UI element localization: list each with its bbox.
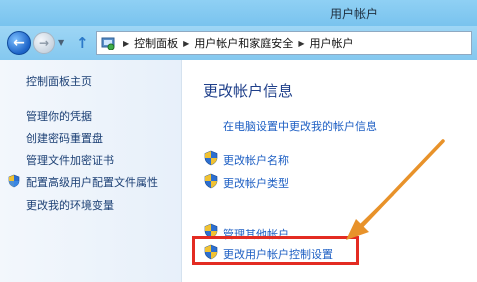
- up-button[interactable]: ↑: [76, 34, 92, 52]
- change-account-name-link[interactable]: 更改帐户名称: [223, 152, 289, 168]
- control-panel-home-link[interactable]: 控制面板主页: [26, 73, 92, 89]
- address-bar[interactable]: ▶ 控制面板 ▶ 用户帐户和家庭安全 ▶ 用户帐户: [96, 31, 472, 55]
- page-title: 更改帐户信息: [203, 82, 294, 100]
- back-button[interactable]: ←: [7, 31, 31, 55]
- create-password-reset-disk-link[interactable]: 创建密码重置盘: [26, 130, 103, 146]
- forward-button[interactable]: →: [33, 32, 55, 54]
- main-content: 更改帐户信息 在电脑设置中更改我的帐户信息 更改帐户名称 更改帐户类型 管理其他…: [183, 60, 477, 282]
- configure-advanced-profile-properties-link[interactable]: 配置高级用户配置文件属性: [26, 174, 158, 190]
- manage-encryption-certificates-link[interactable]: 管理文件加密证书: [26, 152, 114, 168]
- annotation-arrow-icon: [353, 195, 394, 233]
- change-in-pc-settings-link[interactable]: 在电脑设置中更改我的帐户信息: [223, 118, 377, 134]
- back-arrow-icon: ←: [13, 35, 25, 51]
- recent-locations-dropdown[interactable]: ▼: [58, 38, 68, 48]
- uac-shield-icon: [204, 150, 218, 166]
- left-navigation-pane: 控制面板主页 管理你的凭据 创建密码重置盘 管理文件加密证书 配置高级用户配置文…: [0, 60, 182, 282]
- title-bar: 用户帐户: [0, 0, 477, 26]
- control-panel-icon: [101, 36, 115, 50]
- breadcrumb-separator-icon[interactable]: ▶: [298, 39, 304, 48]
- uac-shield-icon: [8, 174, 20, 188]
- breadcrumb-separator-icon[interactable]: ▶: [183, 39, 189, 48]
- change-environment-variables-link[interactable]: 更改我的环境变量: [26, 197, 114, 213]
- manage-credentials-link[interactable]: 管理你的凭据: [26, 108, 92, 124]
- forward-arrow-icon: →: [38, 36, 50, 50]
- breadcrumb-control-panel[interactable]: 控制面板: [134, 35, 178, 51]
- breadcrumb-user-accounts[interactable]: 用户帐户: [309, 35, 353, 51]
- breadcrumb-separator-icon[interactable]: ▶: [123, 39, 129, 48]
- breadcrumb-user-accounts-family-safety[interactable]: 用户帐户和家庭安全: [194, 35, 293, 51]
- change-account-type-link[interactable]: 更改帐户类型: [223, 175, 289, 191]
- uac-shield-icon: [204, 173, 218, 189]
- window-title: 用户帐户: [330, 7, 379, 21]
- navigation-bar: ← → ▼ ↑ ▶ 控制面板 ▶ 用户帐户和家庭安全 ▶ 用户帐户: [0, 26, 477, 60]
- chevron-down-icon: ▼: [58, 38, 65, 47]
- up-arrow-icon: ↑: [76, 34, 89, 52]
